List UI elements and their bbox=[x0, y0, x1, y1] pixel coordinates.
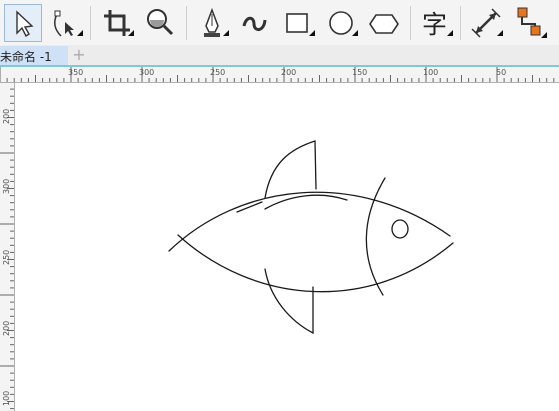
ellipse-tool-button[interactable] bbox=[322, 4, 360, 42]
fish-head-line bbox=[365, 177, 386, 296]
dimension-tool-button[interactable] bbox=[467, 4, 505, 42]
ruler-label: 300 bbox=[139, 68, 155, 77]
ellipse-icon bbox=[329, 11, 358, 36]
add-tab-button[interactable]: + bbox=[70, 46, 88, 64]
polygon-tool-button[interactable] bbox=[365, 4, 403, 42]
ruler-label: 200 bbox=[2, 320, 11, 336]
ruler-label: 300 bbox=[2, 178, 11, 194]
toolbar-separator bbox=[460, 6, 461, 40]
fish-body-lower-curve bbox=[177, 234, 454, 293]
crop-tool-button[interactable] bbox=[98, 4, 136, 42]
fish-body-upper-curve bbox=[168, 191, 451, 252]
ruler-label: 200 bbox=[281, 68, 297, 77]
fish-eye bbox=[391, 219, 409, 239]
ruler-label: 100 bbox=[423, 68, 439, 77]
vertical-ruler-ticks bbox=[0, 82, 14, 410]
arrow-pointer-icon bbox=[16, 10, 34, 38]
toolbar-separator bbox=[90, 6, 91, 40]
ruler-label: 100 bbox=[2, 390, 11, 406]
pick-tool-button[interactable] bbox=[4, 4, 42, 42]
toolbar-separator bbox=[410, 6, 411, 40]
fish-drawing bbox=[168, 140, 454, 335]
text-glyph-icon: 字 bbox=[422, 10, 453, 39]
drawing-canvas[interactable] bbox=[15, 83, 559, 411]
toolbar-separator bbox=[186, 6, 187, 40]
ruler-label: 350 bbox=[68, 68, 84, 77]
ruler-label: 250 bbox=[210, 68, 226, 77]
pen-nib-icon bbox=[204, 7, 229, 37]
magnifier-icon bbox=[147, 9, 174, 36]
ruler-label: 150 bbox=[352, 68, 368, 77]
fish-dorsal-fin bbox=[264, 140, 317, 199]
rectangle-icon bbox=[286, 13, 315, 36]
rectangle-tool-button[interactable] bbox=[279, 4, 317, 42]
vertical-ruler[interactable]: 200 300 250 200 100 bbox=[0, 82, 15, 411]
horizontal-ruler-ticks bbox=[0, 67, 555, 82]
document-tab[interactable]: 未命名 -1 bbox=[0, 46, 68, 65]
document-tab-title: 未命名 -1 bbox=[0, 50, 52, 64]
zoom-tool-button[interactable] bbox=[141, 4, 179, 42]
crop-icon bbox=[104, 10, 134, 36]
document-tab-bar: 未命名 -1 + bbox=[0, 45, 559, 67]
ruler-label: 200 bbox=[2, 108, 11, 124]
node-edit-icon bbox=[54, 10, 83, 37]
connector-tool-button[interactable] bbox=[510, 4, 548, 42]
hexagon-icon bbox=[369, 14, 399, 34]
ruler-label: 250 bbox=[2, 249, 11, 265]
text-tool-button[interactable]: 字 bbox=[417, 4, 455, 42]
fish-inner-back-line bbox=[264, 194, 348, 210]
horizontal-ruler[interactable]: 350 300 250 200 150 100 50 bbox=[0, 67, 559, 83]
main-toolbar: 字 bbox=[0, 0, 559, 46]
fish-pelvic-fin bbox=[264, 268, 314, 335]
ruler-label: 50 bbox=[496, 68, 507, 77]
artistic-media-tool-button[interactable] bbox=[236, 4, 274, 42]
squiggle-icon bbox=[242, 16, 267, 31]
connector-icon bbox=[517, 7, 547, 38]
shape-tool-button[interactable] bbox=[47, 4, 85, 42]
pen-tool-button[interactable] bbox=[193, 4, 231, 42]
dimension-arrow-icon bbox=[471, 8, 503, 38]
svg-text:字: 字 bbox=[422, 10, 447, 39]
